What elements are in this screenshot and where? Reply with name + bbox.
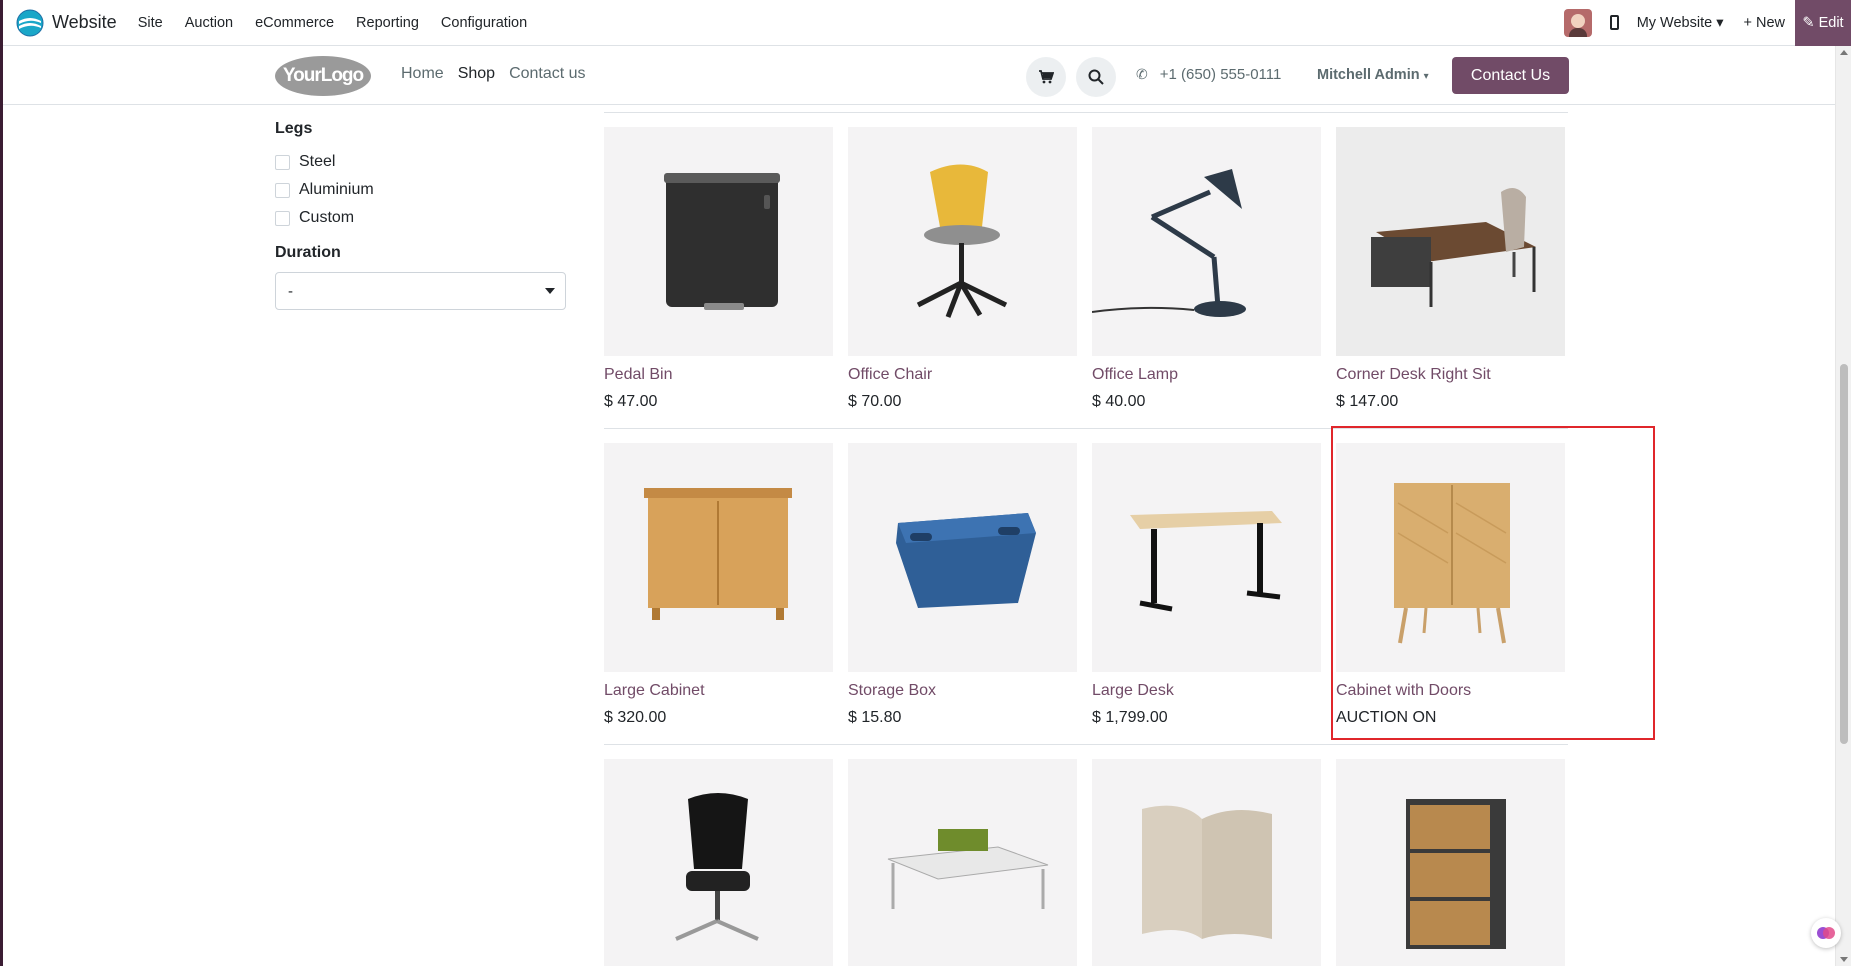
product-price: $ 47.00 (604, 393, 658, 410)
duration-select[interactable]: - (275, 272, 566, 310)
product-price: $ 320.00 (604, 709, 667, 726)
product-price: $ 15.80 (848, 709, 902, 726)
website-app-icon[interactable] (16, 9, 44, 37)
product-card[interactable] (1092, 759, 1321, 966)
user-name: Mitchell Admin (1317, 67, 1420, 83)
menu-configuration[interactable]: Configuration (430, 15, 538, 31)
product-price: $ 70.00 (848, 393, 902, 410)
menu-reporting[interactable]: Reporting (345, 15, 430, 31)
product-name[interactable]: Large Desk (1092, 682, 1321, 700)
product-image-mesh-chair[interactable] (604, 759, 833, 966)
product-card[interactable]: Large Cabinet $ 320.00 (604, 443, 833, 727)
duration-filter-title: Duration (275, 244, 341, 261)
product-image-storage-box[interactable] (848, 443, 1077, 672)
checkbox[interactable] (275, 210, 290, 226)
product-image-corner-desk[interactable] (1336, 127, 1565, 356)
website-selector[interactable]: My Website ▾ (1637, 15, 1724, 31)
menu-site[interactable]: Site (127, 15, 174, 31)
cart-icon (1039, 70, 1054, 84)
product-card[interactable]: Corner Desk Right Sit $ 147.00 (1336, 127, 1565, 411)
scroll-thumb[interactable] (1840, 364, 1848, 744)
product-card[interactable]: Storage Box $ 15.80 (848, 443, 1077, 727)
row-divider (604, 744, 1568, 745)
product-image-large-desk[interactable] (1092, 443, 1321, 672)
chevron-down-icon: ▾ (1423, 71, 1429, 82)
checkbox[interactable] (275, 154, 290, 170)
product-card[interactable] (1336, 759, 1565, 966)
legs-option-steel[interactable]: Steel (275, 148, 566, 176)
product-card[interactable]: Office Lamp $ 40.00 (1092, 127, 1321, 411)
new-button[interactable]: + New (1743, 15, 1785, 31)
legs-option-aluminium[interactable]: Aluminium (275, 176, 566, 204)
product-name[interactable]: Large Cabinet (604, 682, 833, 700)
legs-filter-title: Legs (275, 120, 313, 137)
product-card[interactable] (604, 759, 833, 966)
duration-value: - (288, 282, 293, 300)
product-image-large-cabinet[interactable] (604, 443, 833, 672)
product-image-room-divider[interactable] (1092, 759, 1321, 966)
product-name[interactable]: Storage Box (848, 682, 1077, 700)
site-nav: Home Shop Contact us (401, 65, 600, 83)
nav-contact[interactable]: Contact us (509, 65, 585, 83)
product-price: $ 40.00 (1092, 393, 1146, 410)
cart-button[interactable] (1026, 57, 1066, 97)
product-card[interactable]: Pedal Bin $ 47.00 (604, 127, 833, 411)
product-image-pedal-bin[interactable] (604, 127, 833, 356)
website-header: YourLogo Home Shop Contact us ✆ +1 (650)… (3, 47, 1851, 105)
phone-contact[interactable]: ✆ +1 (650) 555-0111 (1136, 66, 1281, 83)
product-name[interactable]: Office Chair (848, 366, 1077, 384)
page-scrollbar[interactable] (1835, 46, 1851, 966)
highlight-box (1331, 426, 1655, 740)
scroll-up-arrow-icon[interactable] (1840, 50, 1848, 55)
nav-shop[interactable]: Shop (458, 65, 495, 83)
product-image-office-lamp[interactable] (1092, 127, 1321, 356)
product-image-workstation[interactable] (848, 759, 1077, 966)
product-card[interactable]: Large Desk $ 1,799.00 (1092, 443, 1321, 727)
product-card[interactable] (848, 759, 1077, 966)
option-label: Steel (299, 153, 336, 170)
assistant-bubble-icon[interactable] (1811, 918, 1841, 948)
product-price: $ 1,799.00 (1092, 709, 1168, 726)
product-name[interactable]: Office Lamp (1092, 366, 1321, 384)
edit-button[interactable]: ✎ Edit (1795, 0, 1851, 46)
main-menu: Site Auction eCommerce Reporting Configu… (127, 15, 538, 31)
product-card[interactable]: Office Chair $ 70.00 (848, 127, 1077, 411)
user-avatar[interactable] (1563, 8, 1592, 37)
caret-down-icon (545, 288, 555, 294)
app-name[interactable]: Website (52, 12, 117, 33)
shop-filters: Legs Steel Aluminium Custom Duration - (275, 120, 566, 310)
search-button[interactable] (1076, 57, 1116, 97)
option-label: Aluminium (299, 181, 374, 198)
option-label: Custom (299, 209, 355, 226)
search-icon (1088, 69, 1104, 85)
legs-option-custom[interactable]: Custom (275, 204, 566, 232)
site-logo[interactable]: YourLogo (275, 56, 371, 96)
contact-us-button[interactable]: Contact Us (1452, 57, 1569, 94)
product-name[interactable]: Pedal Bin (604, 366, 833, 384)
checkbox[interactable] (275, 182, 290, 198)
odoo-topbar: Website Site Auction eCommerce Reporting… (3, 0, 1851, 46)
product-price: $ 147.00 (1336, 393, 1399, 410)
phone-icon: ✆ (1136, 66, 1148, 82)
user-menu[interactable]: Mitchell Admin ▾ (1317, 67, 1429, 83)
left-edge (0, 0, 3, 966)
menu-ecommerce[interactable]: eCommerce (244, 15, 345, 31)
nav-home[interactable]: Home (401, 65, 444, 83)
product-image-drawer-unit[interactable] (1336, 759, 1565, 966)
menu-auction[interactable]: Auction (174, 15, 244, 31)
row-divider (604, 112, 1568, 113)
phone-number: +1 (650) 555-0111 (1159, 66, 1282, 83)
scroll-down-arrow-icon[interactable] (1840, 957, 1848, 962)
mobile-preview-icon[interactable] (1609, 15, 1619, 30)
product-name[interactable]: Corner Desk Right Sit (1336, 366, 1565, 384)
product-image-office-chair[interactable] (848, 127, 1077, 356)
